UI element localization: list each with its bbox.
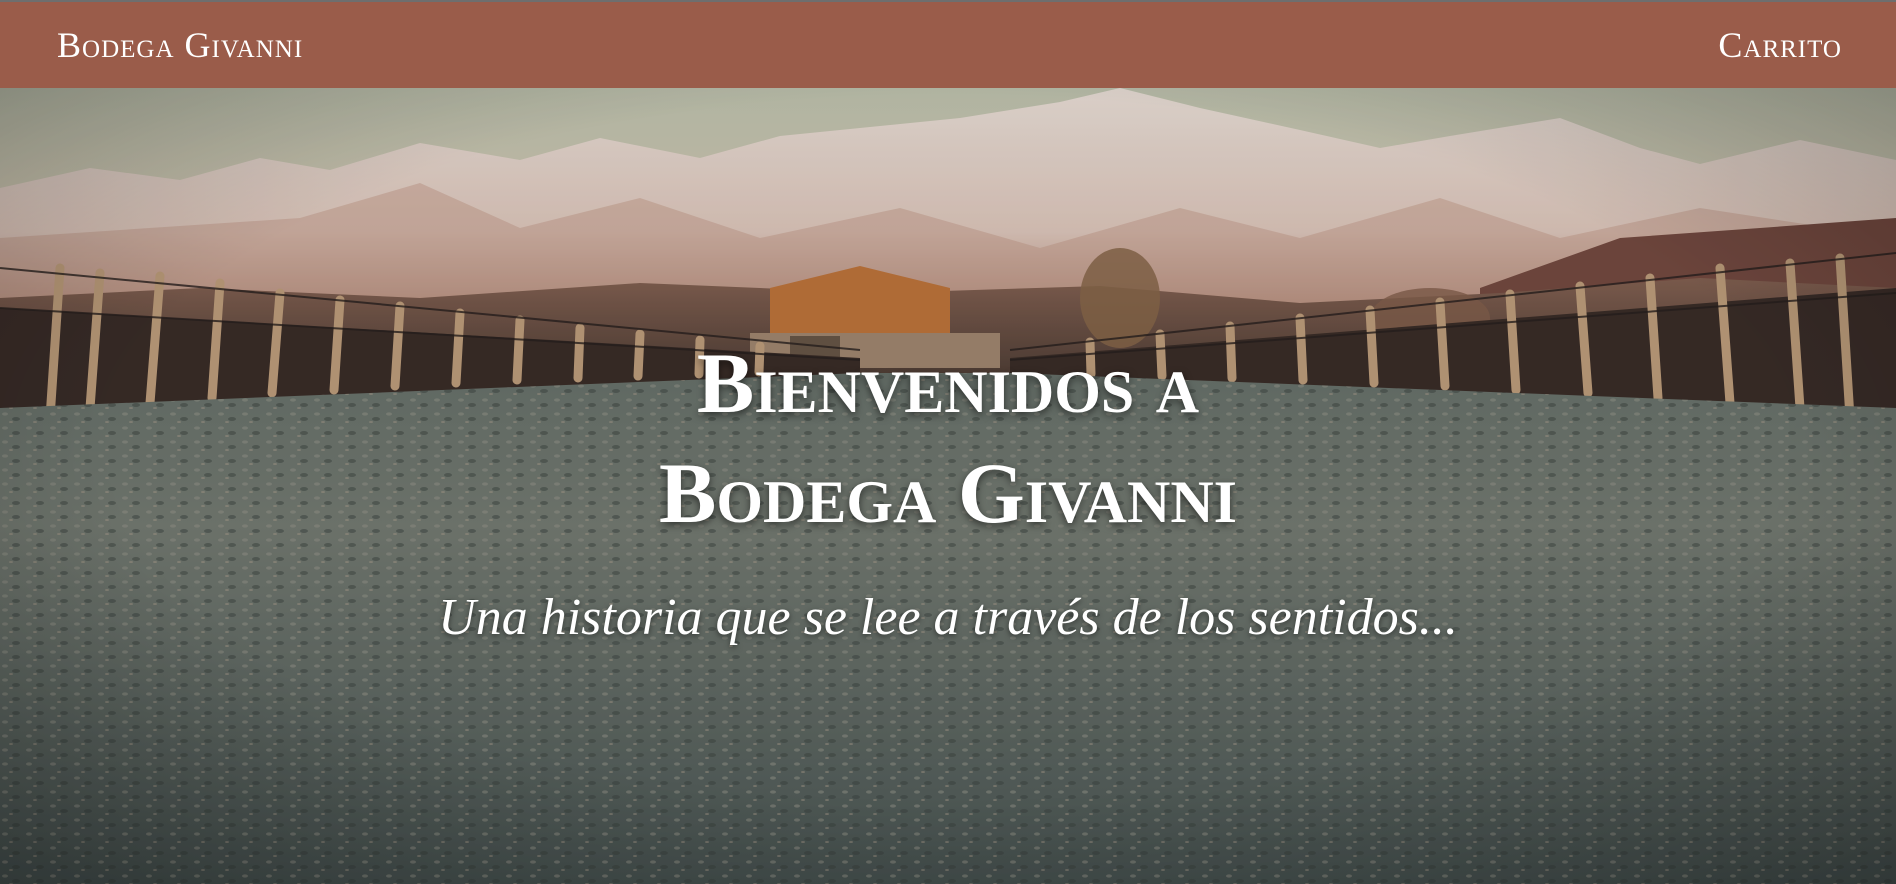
hero-subtitle: Una historia que se lee a través de los … (438, 589, 1458, 646)
brand-link[interactable]: Bodega Givanni (57, 24, 303, 66)
hero-text: Bienvenidos a Bodega Givanni Una histori… (0, 88, 1896, 884)
cart-link[interactable]: Carrito (1718, 24, 1842, 66)
hero-title-line-2: Bodega Givanni (658, 445, 1238, 541)
top-navbar: Bodega Givanni Carrito (0, 0, 1896, 88)
hero-title: Bienvenidos a Bodega Givanni (0, 328, 1896, 548)
hero-title-line-1: Bienvenidos a (696, 335, 1200, 431)
hero-section: Bienvenidos a Bodega Givanni Una histori… (0, 88, 1896, 884)
